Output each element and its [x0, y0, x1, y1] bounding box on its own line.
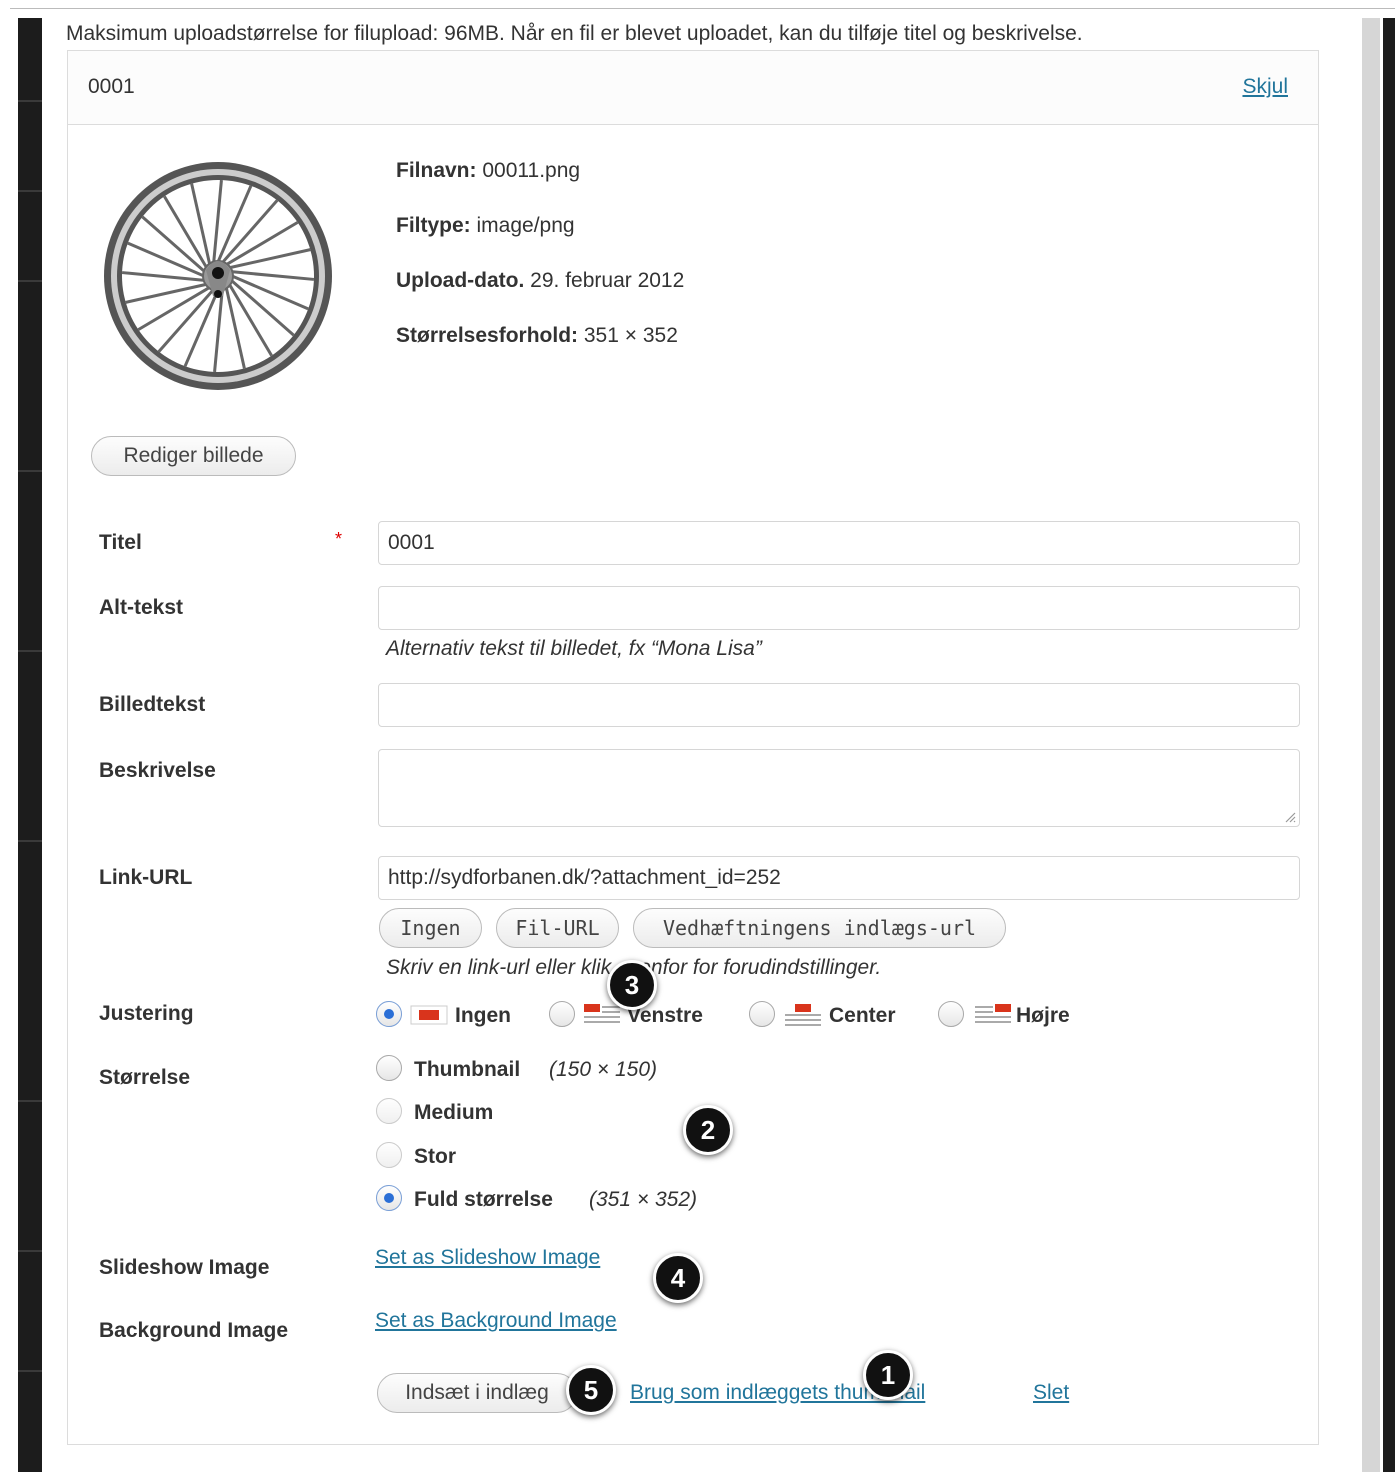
media-item-panel: 0001 Skjul Filnavn: 00011.png Filtype: i…	[67, 50, 1319, 1445]
title-label: Titel	[99, 531, 142, 554]
alt-text-label: Alt-tekst	[99, 596, 184, 619]
align-right-icon	[975, 1004, 1011, 1023]
size-full-label: Fuld størrelse	[414, 1188, 553, 1211]
description-textarea[interactable]	[378, 749, 1300, 827]
callout-2: 2	[683, 1105, 733, 1155]
alt-text-input[interactable]	[378, 586, 1300, 630]
hide-link[interactable]: Skjul	[1242, 75, 1288, 99]
size-label: Størrelse	[99, 1066, 191, 1089]
caption-label: Billedtekst	[99, 693, 206, 716]
size-full-dims: (351 × 352)	[589, 1188, 697, 1211]
set-background-image-link[interactable]: Set as Background Image	[375, 1309, 617, 1333]
title-input[interactable]: 0001	[378, 521, 1300, 565]
size-medium-radio[interactable]	[376, 1098, 402, 1124]
left-sidebar-edge	[18, 18, 42, 1472]
description-label: Beskrivelse	[99, 759, 216, 782]
size-thumbnail-dims: (150 × 150)	[549, 1058, 657, 1081]
meta-upload-date: Upload-dato. 29. februar 2012	[396, 269, 685, 292]
bicycle-wheel-icon	[104, 162, 332, 390]
link-url-input[interactable]: http://sydforbanen.dk/?attachment_id=252	[378, 856, 1300, 900]
align-center-label: Center	[829, 1004, 896, 1027]
meta-filename: Filnavn: 00011.png	[396, 159, 581, 182]
align-right-radio[interactable]	[938, 1001, 964, 1027]
slideshow-image-label: Slideshow Image	[99, 1256, 270, 1279]
required-marker: *	[335, 529, 343, 549]
align-right-label: Højre	[1016, 1004, 1070, 1027]
top-rule	[10, 8, 1395, 9]
link-file-url-button[interactable]: Fil-URL	[496, 908, 619, 948]
align-none-radio[interactable]	[376, 1001, 402, 1027]
panel-header: 0001 Skjul	[68, 51, 1318, 125]
callout-1: 1	[863, 1350, 913, 1400]
callout-3: 3	[607, 960, 657, 1010]
edit-image-button[interactable]: Rediger billede	[91, 436, 296, 476]
size-thumbnail-radio[interactable]	[376, 1055, 402, 1081]
right-scroll-track	[1362, 18, 1380, 1472]
align-center-icon	[785, 1004, 821, 1026]
set-slideshow-image-link[interactable]: Set as Slideshow Image	[375, 1246, 600, 1270]
size-large-label: Stor	[414, 1145, 456, 1168]
size-thumbnail-label: Thumbnail	[414, 1058, 521, 1081]
meta-dimensions: Størrelsesforhold: 351 × 352	[396, 324, 678, 347]
right-edge	[1383, 18, 1395, 1472]
align-none-icon	[410, 1005, 448, 1025]
panel-title: 0001	[88, 75, 135, 98]
caption-input[interactable]	[378, 683, 1300, 727]
alignment-label: Justering	[99, 1002, 194, 1025]
size-medium-label: Medium	[414, 1101, 494, 1124]
link-none-button[interactable]: Ingen	[379, 908, 482, 948]
align-left-icon	[584, 1004, 620, 1023]
meta-filetype: Filtype: image/png	[396, 214, 575, 237]
callout-5: 5	[566, 1365, 616, 1415]
background-image-label: Background Image	[99, 1319, 289, 1342]
align-none-label: Ingen	[455, 1004, 511, 1027]
size-large-radio[interactable]	[376, 1142, 402, 1168]
delete-link[interactable]: Slet	[1033, 1381, 1069, 1405]
align-left-radio[interactable]	[549, 1001, 575, 1027]
resize-handle-icon[interactable]	[1284, 811, 1296, 823]
link-attachment-url-button[interactable]: Vedhæftningens indlægs-url	[633, 908, 1006, 948]
alt-text-help: Alternativ tekst til billedet, fx “Mona …	[386, 637, 762, 660]
size-full-radio[interactable]	[376, 1185, 402, 1211]
upload-size-info: Maksimum uploadstørrelse for filupload: …	[66, 22, 1083, 45]
callout-4: 4	[653, 1253, 703, 1303]
insert-into-post-button[interactable]: Indsæt i indlæg	[377, 1373, 577, 1413]
align-center-radio[interactable]	[749, 1001, 775, 1027]
link-url-label: Link-URL	[99, 866, 193, 889]
